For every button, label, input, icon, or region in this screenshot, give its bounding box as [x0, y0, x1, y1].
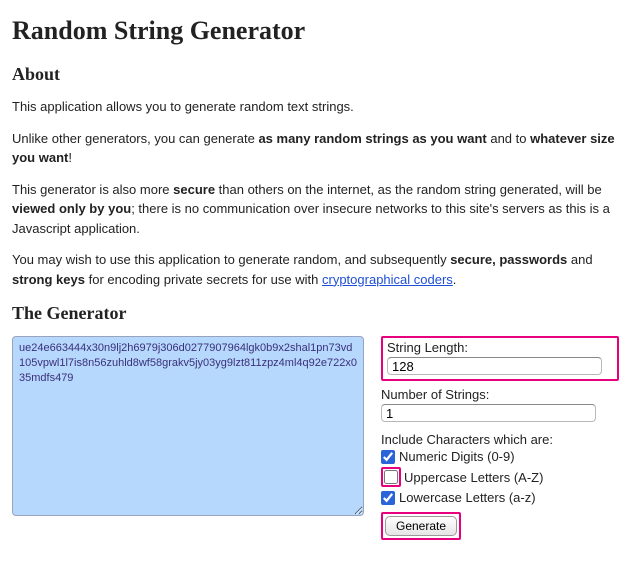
numeric-checkbox[interactable]: [381, 450, 395, 464]
about-heading: About: [12, 64, 619, 85]
lowercase-checkbox-label: Lowercase Letters (a-z): [399, 490, 536, 505]
include-chars-label: Include Characters which are:: [381, 432, 619, 447]
uppercase-checkbox-highlight: [381, 467, 401, 487]
generator-heading: The Generator: [12, 303, 619, 324]
numeric-checkbox-label: Numeric Digits (0-9): [399, 449, 515, 464]
uppercase-checkbox-label: Uppercase Letters (A-Z): [404, 470, 543, 485]
lowercase-checkbox[interactable]: [381, 491, 395, 505]
string-count-label: Number of Strings:: [381, 387, 619, 402]
generate-button-highlight: Generate: [381, 512, 461, 540]
string-length-input[interactable]: [387, 357, 602, 375]
about-paragraph-2: Unlike other generators, you can generat…: [12, 129, 619, 168]
crypto-coders-link[interactable]: cryptographical coders: [322, 272, 453, 287]
string-length-group-highlight: String Length:: [381, 336, 619, 381]
output-textarea[interactable]: [12, 336, 364, 516]
string-count-input[interactable]: [381, 404, 596, 422]
about-paragraph-4: You may wish to use this application to …: [12, 250, 619, 289]
string-length-label: String Length:: [387, 340, 613, 355]
about-paragraph-1: This application allows you to generate …: [12, 97, 619, 117]
generate-button[interactable]: Generate: [385, 516, 457, 536]
about-paragraph-3: This generator is also more secure than …: [12, 180, 619, 239]
uppercase-checkbox[interactable]: [384, 470, 398, 484]
page-title: Random String Generator: [12, 16, 619, 46]
